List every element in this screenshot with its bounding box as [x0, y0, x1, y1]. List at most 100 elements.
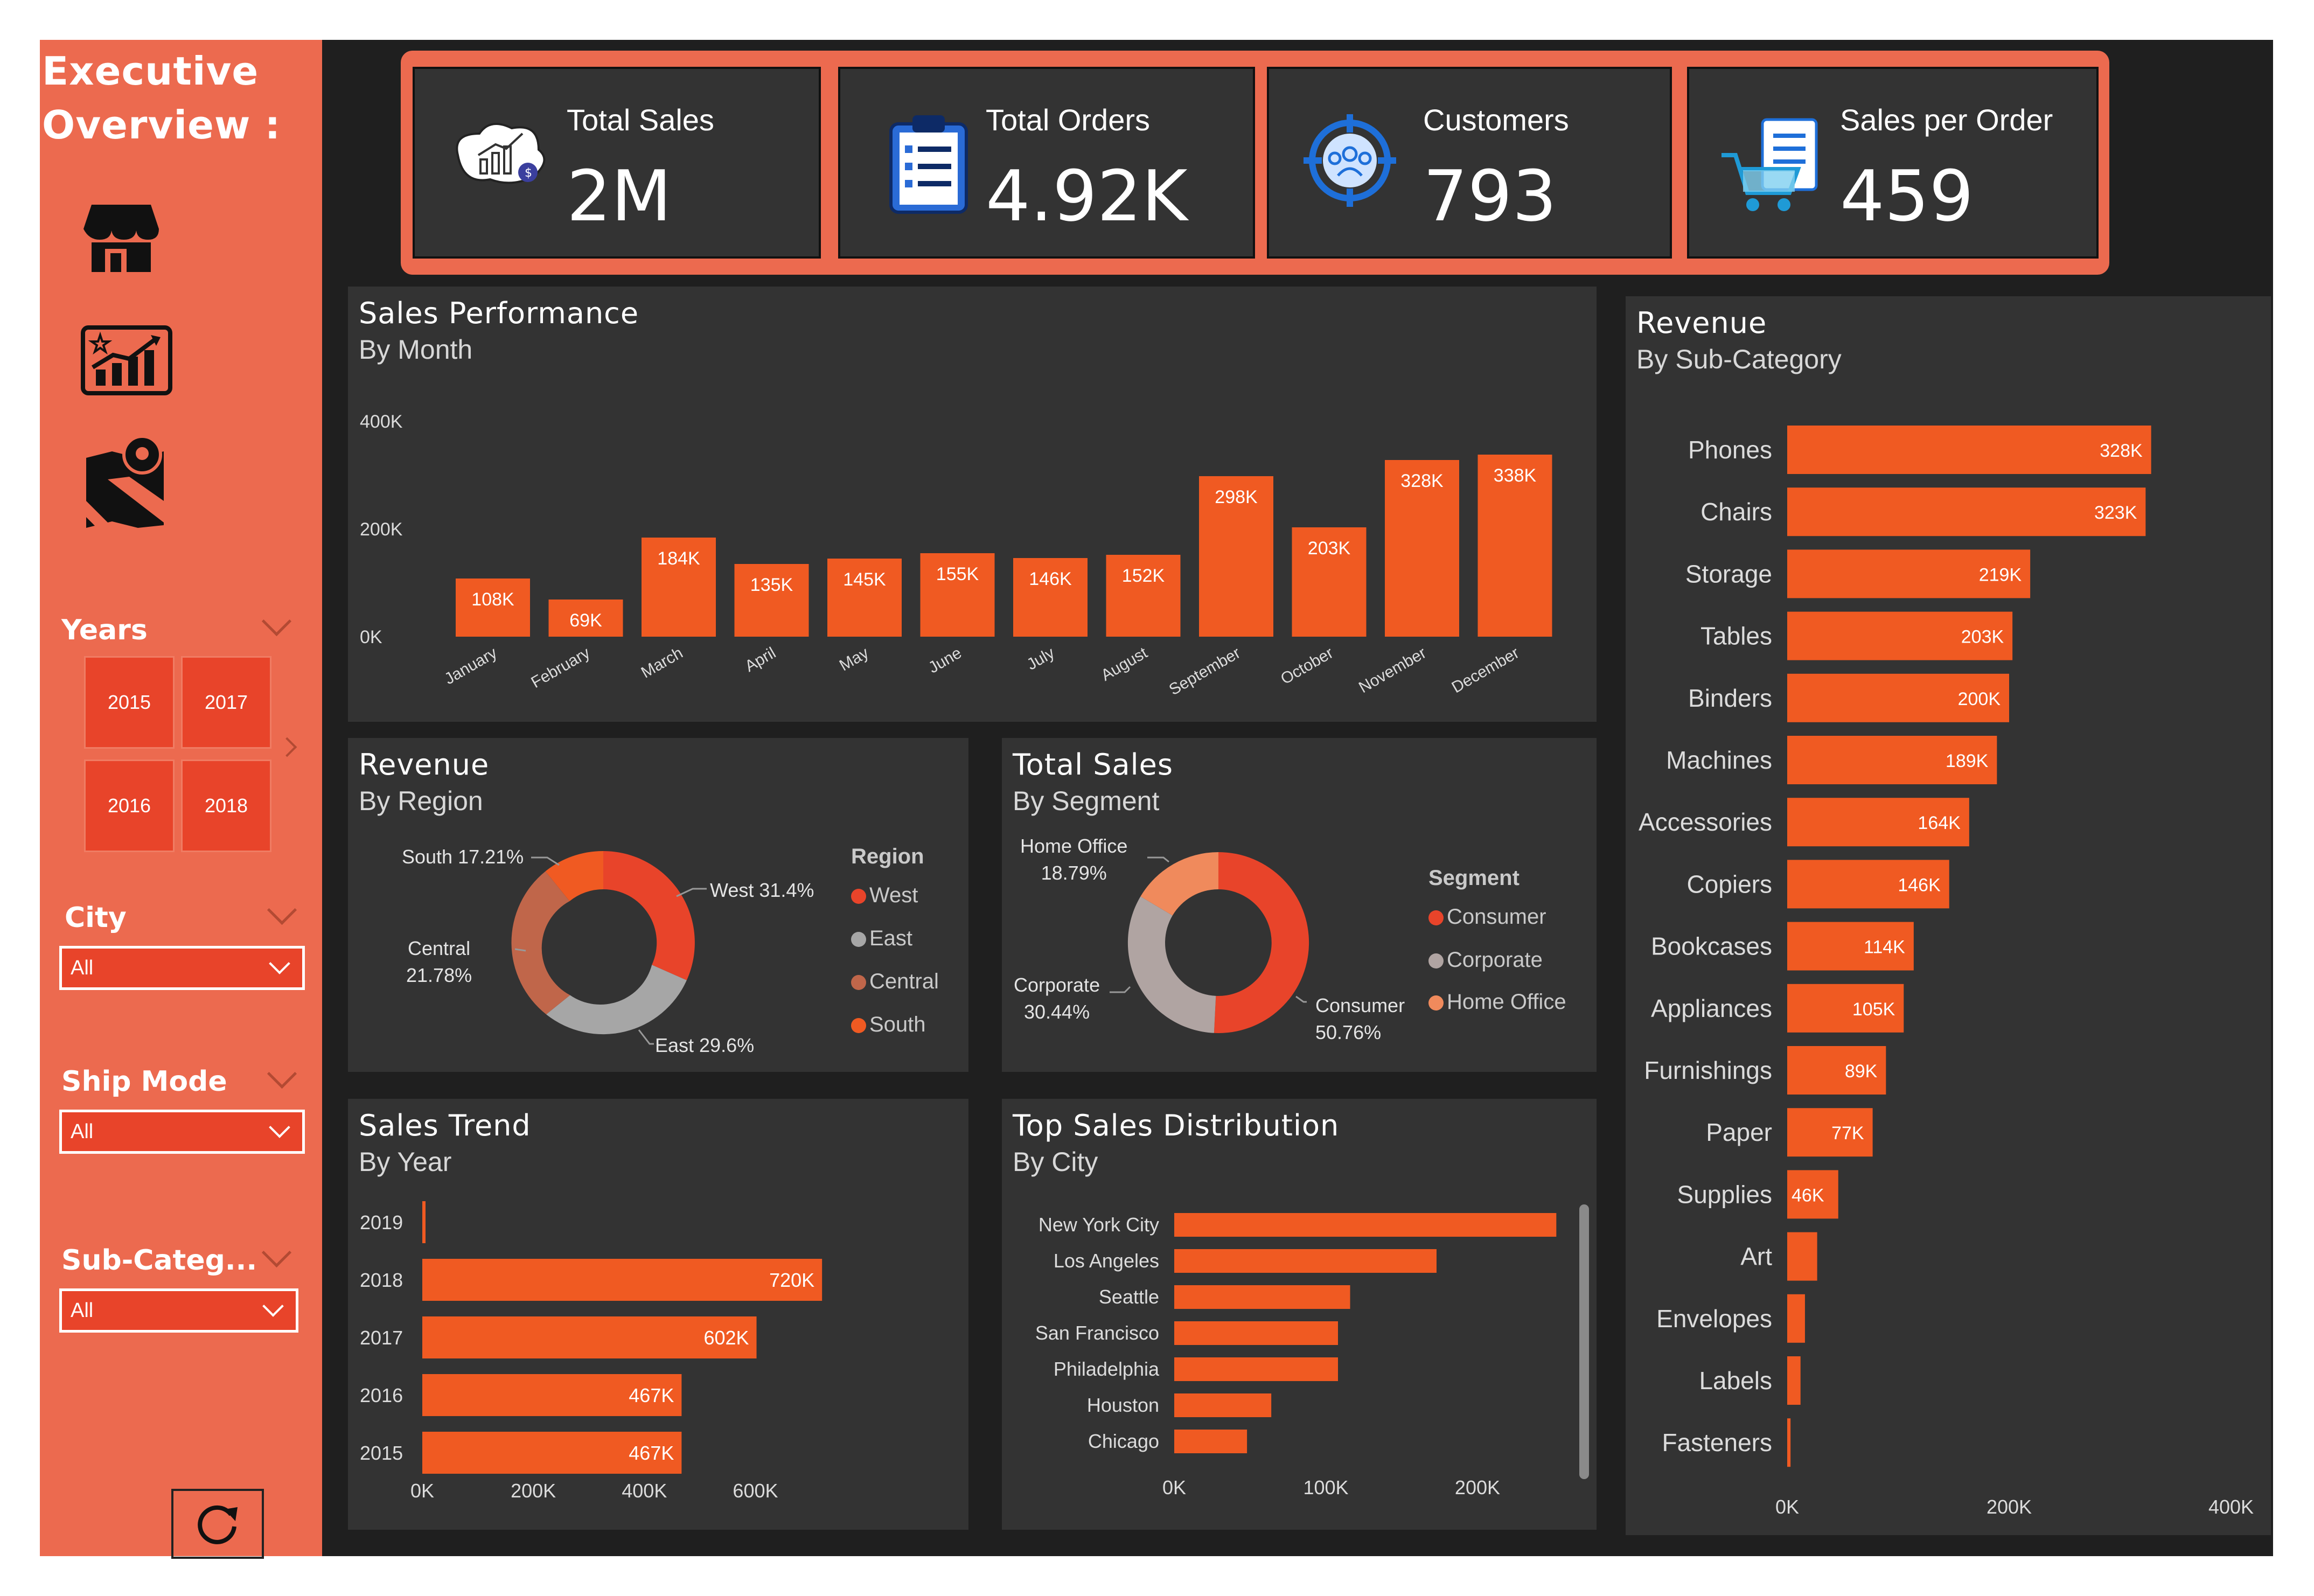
x-tick-label: May	[837, 644, 872, 674]
kpi-total-sales-label: Total Sales	[567, 103, 714, 137]
leader-line-east	[638, 1029, 654, 1045]
category-label: Art	[1740, 1243, 1772, 1271]
donut-slice-corporate	[1127, 896, 1216, 1033]
bar-phones	[1787, 426, 2151, 474]
bar-value-label: 114K	[1864, 937, 1905, 958]
category-label: Envelopes	[1656, 1305, 1772, 1333]
x-tick-label: 0K	[1775, 1496, 1799, 1518]
category-label: 2018	[360, 1269, 403, 1291]
bar-value-label: 46K	[1792, 1185, 1824, 1205]
segment-label-corporate-pct: 30.44%	[1023, 1001, 1090, 1023]
category-label: 2019	[360, 1211, 403, 1233]
bar-san-francisco	[1174, 1321, 1338, 1345]
bar-2019	[422, 1201, 426, 1243]
bar-seattle	[1174, 1285, 1350, 1309]
sub-category-dropdown[interactable]: All	[59, 1288, 298, 1333]
bar-value-label: 105K	[1852, 999, 1895, 1020]
segment-legend-home-office[interactable]: Home Office	[1428, 990, 1566, 1014]
segment-legend-consumer[interactable]: Consumer	[1428, 905, 1546, 929]
sub-category-collapse-chevron-icon[interactable]	[261, 1237, 292, 1268]
city-chart-scrollbar[interactable]	[1579, 1204, 1589, 1479]
bar-value-label: 152K	[1122, 566, 1165, 586]
y-tick-label: 400K	[360, 412, 403, 432]
x-tick-label: 400K	[622, 1480, 667, 1502]
region-legend-east[interactable]: East	[851, 926, 912, 951]
year-option-2015[interactable]: 2015	[84, 656, 175, 749]
leader-line-corporate	[1110, 986, 1131, 993]
year-option-2018[interactable]: 2018	[181, 759, 271, 852]
bar-value-label: 145K	[843, 569, 886, 590]
growth-chart-icon[interactable]	[81, 325, 172, 395]
y-tick-label: 200K	[360, 519, 403, 540]
sidebar: Executive Overview : Years 2015 2017 201…	[40, 40, 322, 1559]
city-filter-label: City	[65, 902, 127, 934]
legend-dot	[1428, 953, 1444, 968]
category-label: Supplies	[1677, 1180, 1772, 1208]
segment-legend-corporate[interactable]: Corporate	[1428, 948, 1543, 972]
kpi-sales-per-order-label: Sales per Order	[1840, 103, 2053, 137]
kpi-customers-value: 793	[1423, 155, 1557, 237]
leader-line-south	[531, 856, 560, 866]
sidebar-title: Executive Overview :	[42, 44, 281, 152]
city-collapse-chevron-icon[interactable]	[267, 895, 297, 925]
ship-mode-dropdown[interactable]: All	[59, 1110, 305, 1154]
year-option-2017[interactable]: 2017	[181, 656, 271, 749]
region-legend-central[interactable]: Central	[851, 970, 939, 994]
kpi-card-total-orders: Total Orders 4.92K	[838, 67, 1255, 259]
category-label: Phones	[1688, 436, 1772, 464]
clipboard-list-icon	[889, 115, 968, 214]
bar-value-label: 135K	[750, 575, 793, 595]
bar-value-label: 203K	[1308, 538, 1351, 559]
years-next-chevron-icon[interactable]	[277, 737, 297, 757]
ship-mode-collapse-chevron-icon[interactable]	[267, 1058, 297, 1089]
x-tick-label: 200K	[1987, 1496, 2032, 1518]
region-legend-east-label: East	[869, 926, 913, 950]
bar-value-label: 77K	[1831, 1123, 1864, 1144]
category-label: San Francisco	[1035, 1322, 1159, 1344]
bar-value-label: 602K	[703, 1327, 749, 1349]
category-label: Seattle	[1099, 1286, 1159, 1308]
city-dropdown[interactable]: All	[59, 946, 305, 990]
category-label: Storage	[1685, 560, 1772, 588]
sales-performance-panel: Sales Performance By Month 400K 200K 0K 108…	[348, 287, 1597, 722]
reset-filters-button[interactable]	[171, 1489, 264, 1559]
x-tick-label: 100K	[1303, 1476, 1348, 1499]
store-icon[interactable]	[81, 199, 162, 275]
top-sales-city-panel: Top Sales Distribution By City New York …	[1002, 1099, 1597, 1530]
category-label: Chairs	[1700, 498, 1772, 526]
category-label: Bookcases	[1651, 932, 1772, 960]
ship-mode-filter-label: Ship Mode	[61, 1065, 227, 1098]
x-tick-label: 600K	[733, 1480, 778, 1502]
subcategory-revenue-bar-chart: Phones 328K Chairs 323K Storage 219K Tables 203…	[1639, 426, 2254, 1518]
region-legend-west[interactable]: West	[851, 883, 918, 908]
year-option-2016[interactable]: 2016	[84, 759, 175, 852]
segment-legend-corporate-label: Corporate	[1447, 948, 1543, 972]
map-pin-icon[interactable]	[86, 436, 167, 528]
sales-growth-icon: $	[456, 123, 546, 184]
legend-dot	[851, 889, 866, 904]
sales-trend-panel: Sales Trend By Year 2019 2018 720K 2017 602K…	[348, 1099, 968, 1530]
chevron-down-icon	[269, 1117, 290, 1138]
category-label: Copiers	[1686, 870, 1772, 898]
y-tick-label: 0K	[360, 627, 382, 647]
region-legend-title: Region	[851, 845, 924, 868]
bar-value-label: 467K	[629, 1384, 674, 1406]
bar-value-label: 720K	[769, 1269, 814, 1291]
bar-value-label: 189K	[1946, 751, 1989, 771]
kpi-strip: $ Total Sales 2M Total Orders 4.92K Cust…	[401, 51, 2109, 275]
years-filter-label: Years	[61, 614, 148, 646]
segment-label-consumer-name: Consumer	[1315, 994, 1405, 1016]
yearly-sales-bar-chart: 2019 2018 720K 2017 602K 2016 467K 2015 467K 0K 20…	[360, 1201, 823, 1502]
kpi-card-total-sales: $ Total Sales 2M	[413, 67, 821, 259]
segment-label-home-office-pct: 18.79%	[1041, 862, 1107, 884]
kpi-card-sales-per-order: Sales per Order 459	[1687, 67, 2099, 259]
category-label: Los Angeles	[1054, 1250, 1159, 1272]
sub-category-filter-label: Sub-Categ...	[61, 1244, 257, 1277]
kpi-total-orders-label: Total Orders	[986, 103, 1150, 137]
years-collapse-chevron-icon[interactable]	[261, 606, 292, 637]
region-legend-south[interactable]: South	[851, 1013, 926, 1037]
x-tick-label: December	[1449, 644, 1522, 696]
x-tick-label: March	[638, 644, 686, 681]
bar-value-label: 200K	[1958, 689, 2001, 709]
category-label: Labels	[1699, 1367, 1772, 1395]
